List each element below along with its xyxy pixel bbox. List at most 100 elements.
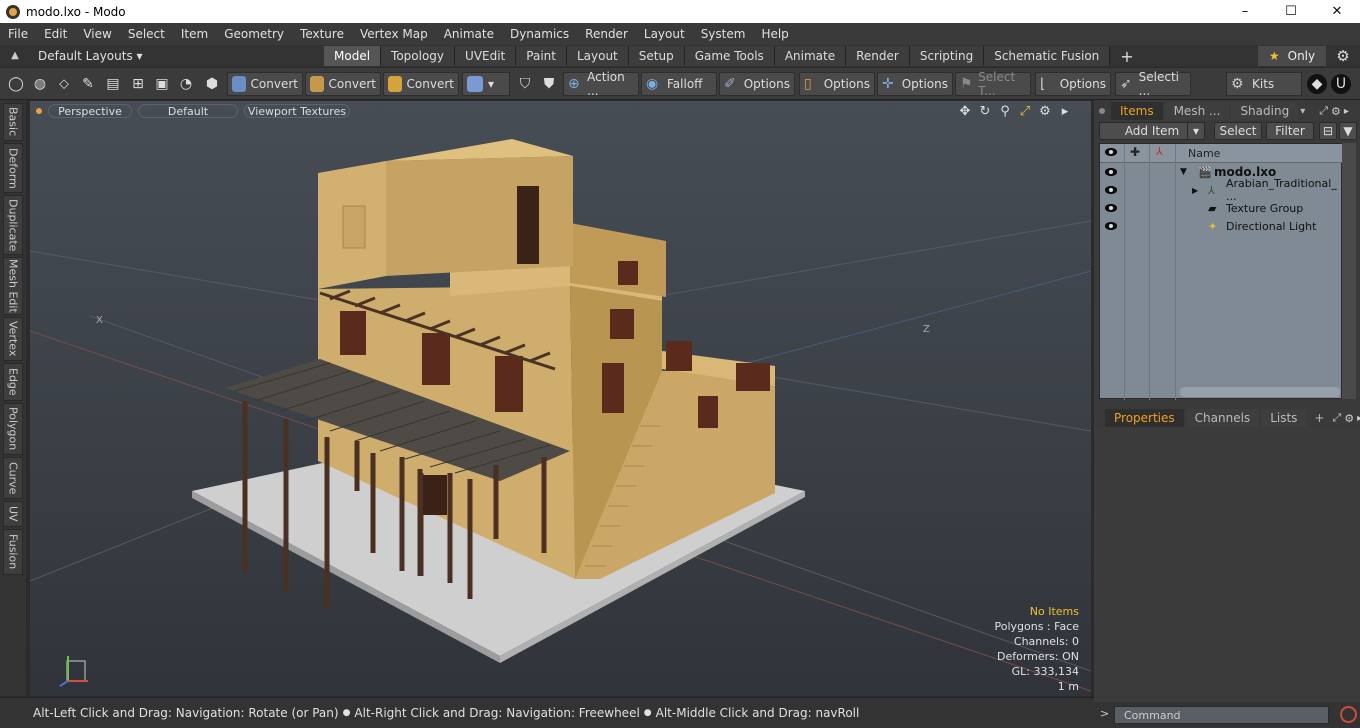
select-through-button[interactable]: ⚑ Select T... — [955, 70, 1031, 98]
visibility-eye-icon[interactable] — [1105, 186, 1117, 194]
filter-button[interactable]: Filter — [1266, 122, 1314, 140]
tab-scripting[interactable]: Scripting — [909, 46, 985, 66]
command-input[interactable]: Command — [1114, 706, 1329, 724]
lefttab-deform[interactable]: Deform — [3, 143, 23, 193]
only-toggle-button[interactable]: ★ Only — [1258, 46, 1326, 66]
tab-channels[interactable]: Channels — [1185, 409, 1260, 427]
options-button-2[interactable]: ▯ Options — [799, 72, 875, 96]
pan-icon[interactable]: ✥ — [957, 104, 973, 119]
shield-gear-icon[interactable]: ⛊ — [539, 74, 559, 94]
pin-mode-icon[interactable]: ⬦ — [54, 74, 74, 94]
panel-settings-icon[interactable]: ⚙ — [1331, 105, 1341, 118]
menu-texture[interactable]: Texture — [292, 27, 352, 41]
visibility-header-eye-icon[interactable] — [1105, 148, 1117, 156]
tab-properties[interactable]: Properties — [1105, 409, 1184, 427]
expand-down-icon[interactable]: ▼ — [1180, 167, 1187, 177]
menu-dynamics[interactable]: Dynamics — [502, 27, 577, 41]
menu-animate[interactable]: Animate — [436, 27, 502, 41]
lefttab-mesh-edit[interactable]: Mesh Edit — [3, 257, 23, 315]
item-row-texture-group[interactable]: ▰ Texture Group — [1100, 199, 1343, 217]
add-tab-plus-icon[interactable]: + — [1110, 46, 1134, 66]
menu-edit[interactable]: Edit — [36, 27, 75, 41]
menu-view[interactable]: View — [75, 27, 119, 41]
lefttab-curve[interactable]: Curve — [3, 457, 23, 499]
menu-select[interactable]: Select — [120, 27, 173, 41]
command-record-icon[interactable] — [1340, 706, 1357, 723]
menu-render[interactable]: Render — [577, 27, 636, 41]
cube-icon[interactable]: ⬢ — [202, 74, 222, 94]
options-button-3[interactable]: ✛ Options — [877, 72, 953, 96]
axis-header-icon[interactable]: ⅄ — [1156, 145, 1163, 158]
action-center-button[interactable]: ⊕ Action ... — [563, 70, 639, 98]
kits-button[interactable]: ⚙ Kits — [1226, 72, 1302, 96]
tab-layout[interactable]: Layout — [566, 46, 629, 66]
minimize-button[interactable]: – — [1222, 0, 1268, 23]
convert-button-1[interactable]: Convert — [227, 72, 303, 96]
tab-shading[interactable]: Shading — [1231, 102, 1299, 120]
selection-sets-button[interactable]: ➶ Selecti ... — [1115, 70, 1191, 98]
lefttab-basic[interactable]: Basic — [3, 103, 23, 141]
tabs-dropdown-chevron-icon[interactable]: ▾ — [1300, 106, 1305, 117]
tab-model[interactable]: Model — [324, 46, 382, 66]
select-button[interactable]: Select — [1214, 122, 1262, 140]
polygon-mode-icon[interactable]: ▤ — [103, 74, 123, 94]
unity-icon[interactable]: ◆ — [1307, 74, 1327, 94]
material-mode-icon[interactable]: ▣ — [152, 74, 172, 94]
layout-arrow-icon[interactable]: ▲ — [8, 49, 22, 63]
visibility-eye-icon[interactable] — [1105, 204, 1117, 212]
menu-item[interactable]: Item — [173, 27, 216, 41]
visibility-eye-icon[interactable] — [1105, 168, 1117, 176]
menu-geometry[interactable]: Geometry — [216, 27, 292, 41]
panel-settings-icon[interactable]: ⚙ — [1344, 412, 1354, 425]
3d-viewport[interactable]: X Z Perspective Default Viewport Texture… — [30, 101, 1091, 696]
lefttab-vertex[interactable]: Vertex — [3, 317, 23, 361]
pivot-mode-icon[interactable]: ◔ — [176, 74, 196, 94]
item-list[interactable]: ✚ ⅄ Name ▼ 🎬 modo.lxo ▶ ⅄ Arabian_Tradit… — [1099, 143, 1343, 400]
maximize-button[interactable]: ☐ — [1268, 0, 1314, 23]
view-perspective-dropdown[interactable]: Perspective — [48, 104, 132, 118]
item-row-mesh[interactable]: ▶ ⅄ Arabian_Traditional_ ... — [1100, 177, 1343, 203]
lock-header-icon[interactable]: ✚ — [1130, 145, 1140, 159]
scene-render[interactable]: X Z — [30, 101, 1091, 696]
convert-button-2[interactable]: Convert — [305, 72, 381, 96]
menu-help[interactable]: Help — [753, 27, 796, 41]
settings-gear-icon[interactable]: ⚙ — [1334, 47, 1352, 65]
visibility-eye-icon[interactable] — [1105, 222, 1117, 230]
funnel-filter-icon[interactable]: ▼ — [1339, 122, 1357, 140]
item-list-vertical-scrollbar[interactable] — [1342, 143, 1356, 399]
collapse-icon[interactable]: ⊟ — [1319, 122, 1337, 140]
name-column-header[interactable]: Name — [1188, 147, 1220, 160]
maximize-viewport-icon[interactable]: ⤢ — [1017, 104, 1033, 119]
lefttab-duplicate[interactable]: Duplicate — [3, 195, 23, 255]
item-row-directional-light[interactable]: ✦ Directional Light — [1100, 217, 1343, 235]
falloff-button[interactable]: ◉ Falloff — [641, 72, 717, 96]
expand-right-icon[interactable]: ▶ — [1192, 186, 1198, 195]
shading-default-dropdown[interactable]: Default — [138, 104, 238, 118]
default-layouts-dropdown[interactable]: Default Layouts ▾ — [38, 49, 143, 63]
unreal-icon[interactable]: U — [1331, 74, 1351, 94]
add-item-dropdown-chevron-icon[interactable]: ▾ — [1187, 122, 1205, 140]
lefttab-polygon[interactable]: Polygon — [3, 403, 23, 455]
options-button-4[interactable]: ⌊ Options — [1035, 72, 1111, 96]
viewport-settings-icon[interactable]: ⚙ — [1037, 104, 1053, 119]
shield-icon[interactable]: ⛉ — [515, 74, 535, 94]
menu-vertex-map[interactable]: Vertex Map — [352, 27, 436, 41]
tab-uvedit[interactable]: UVEdit — [455, 46, 517, 66]
globe-mode-icon[interactable]: ◍ — [30, 74, 50, 94]
panel-arrow-icon[interactable]: ▸ — [1344, 106, 1349, 117]
lefttab-edge[interactable]: Edge — [3, 363, 23, 401]
menu-layout[interactable]: Layout — [636, 27, 693, 41]
tab-render[interactable]: Render — [846, 46, 910, 66]
tab-mesh[interactable]: Mesh ... — [1164, 102, 1230, 120]
tab-paint[interactable]: Paint — [516, 46, 567, 66]
tab-items[interactable]: Items — [1111, 102, 1163, 120]
tab-animate[interactable]: Animate — [774, 46, 847, 66]
primitive-dropdown[interactable]: ▾ — [462, 72, 510, 96]
menu-file[interactable]: File — [0, 27, 36, 41]
item-list-horizontal-scrollbar[interactable] — [1180, 387, 1340, 397]
viewport-active-dot[interactable] — [36, 108, 42, 114]
close-button[interactable]: ✕ — [1314, 0, 1360, 23]
vertex-mode-icon[interactable]: ◯ — [6, 74, 26, 94]
tab-game-tools[interactable]: Game Tools — [684, 46, 775, 66]
panel-expand-icon[interactable]: ⤢ — [1319, 104, 1328, 118]
